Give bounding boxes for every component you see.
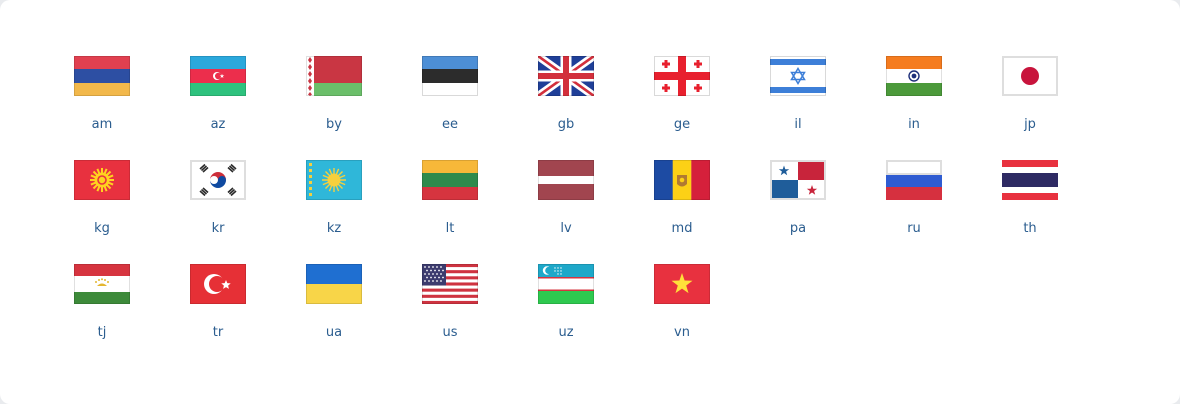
flag-grid: am az by ee gb ge il in jp kg kr kz lt l… xyxy=(44,56,1088,368)
flag-item-uz[interactable]: uz xyxy=(508,264,624,368)
flag-gallery-panel: am az by ee gb ge il in jp kg kr kz lt l… xyxy=(0,0,1180,404)
flag-code-label: gb xyxy=(557,117,575,132)
united-states-flag-icon xyxy=(422,264,478,304)
kazakhstan-flag-icon xyxy=(306,160,362,200)
flag-item-jp[interactable]: jp xyxy=(972,56,1088,160)
india-flag-icon xyxy=(886,56,942,96)
united-kingdom-flag-icon xyxy=(538,56,594,96)
south-korea-flag-icon xyxy=(190,160,246,200)
kyrgyzstan-flag-icon xyxy=(74,160,130,200)
flag-item-az[interactable]: az xyxy=(160,56,276,160)
georgia-flag-icon xyxy=(654,56,710,96)
flag-code-label: il xyxy=(794,117,802,132)
latvia-flag-icon xyxy=(538,160,594,200)
flag-code-label: ee xyxy=(442,117,458,132)
flag-item-kr[interactable]: kr xyxy=(160,160,276,264)
flag-item-us[interactable]: us xyxy=(392,264,508,368)
tajikistan-flag-icon xyxy=(74,264,130,304)
flag-code-label: tj xyxy=(97,325,107,340)
thailand-flag-icon xyxy=(1002,160,1058,200)
flag-code-label: by xyxy=(326,117,342,132)
flag-item-ee[interactable]: ee xyxy=(392,56,508,160)
russia-flag-icon xyxy=(886,160,942,200)
flag-code-label: pa xyxy=(789,221,807,236)
flag-item-tr[interactable]: tr xyxy=(160,264,276,368)
flag-item-th[interactable]: th xyxy=(972,160,1088,264)
vietnam-flag-icon xyxy=(654,264,710,304)
flag-code-label: kr xyxy=(211,221,225,236)
flag-item-kz[interactable]: kz xyxy=(276,160,392,264)
flag-code-label: lt xyxy=(445,221,455,236)
panama-flag-icon xyxy=(770,160,826,200)
flag-item-in[interactable]: in xyxy=(856,56,972,160)
uzbekistan-flag-icon xyxy=(538,264,594,304)
flag-code-label: az xyxy=(210,117,226,132)
flag-code-label: uz xyxy=(558,325,574,340)
flag-code-label: lv xyxy=(560,221,572,236)
flag-item-md[interactable]: md xyxy=(624,160,740,264)
flag-code-label: md xyxy=(671,221,693,236)
flag-item-pa[interactable]: pa xyxy=(740,160,856,264)
ukraine-flag-icon xyxy=(306,264,362,304)
israel-flag-icon xyxy=(770,56,826,96)
flag-item-gb[interactable]: gb xyxy=(508,56,624,160)
flag-item-ru[interactable]: ru xyxy=(856,160,972,264)
flag-item-ua[interactable]: ua xyxy=(276,264,392,368)
flag-code-label: th xyxy=(1023,221,1037,236)
flag-item-ge[interactable]: ge xyxy=(624,56,740,160)
turkey-flag-icon xyxy=(190,264,246,304)
flag-item-lv[interactable]: lv xyxy=(508,160,624,264)
belarus-flag-icon xyxy=(306,56,362,96)
lithuania-flag-icon xyxy=(422,160,478,200)
flag-item-by[interactable]: by xyxy=(276,56,392,160)
flag-item-il[interactable]: il xyxy=(740,56,856,160)
flag-code-label: in xyxy=(908,117,920,132)
flag-item-vn[interactable]: vn xyxy=(624,264,740,368)
flag-code-label: ge xyxy=(673,117,691,132)
flag-code-label: tr xyxy=(212,325,224,340)
moldova-flag-icon xyxy=(654,160,710,200)
flag-code-label: kz xyxy=(326,221,342,236)
flag-code-label: am xyxy=(91,117,113,132)
armenia-flag-icon xyxy=(74,56,130,96)
flag-item-lt[interactable]: lt xyxy=(392,160,508,264)
flag-item-tj[interactable]: tj xyxy=(44,264,160,368)
flag-code-label: kg xyxy=(94,221,110,236)
flag-code-label: ru xyxy=(907,221,921,236)
estonia-flag-icon xyxy=(422,56,478,96)
japan-flag-icon xyxy=(1002,56,1058,96)
flag-code-label: us xyxy=(442,325,458,340)
flag-code-label: ua xyxy=(325,325,343,340)
flag-item-am[interactable]: am xyxy=(44,56,160,160)
azerbaijan-flag-icon xyxy=(190,56,246,96)
flag-code-label: jp xyxy=(1024,117,1036,132)
flag-code-label: vn xyxy=(674,325,690,340)
flag-item-kg[interactable]: kg xyxy=(44,160,160,264)
